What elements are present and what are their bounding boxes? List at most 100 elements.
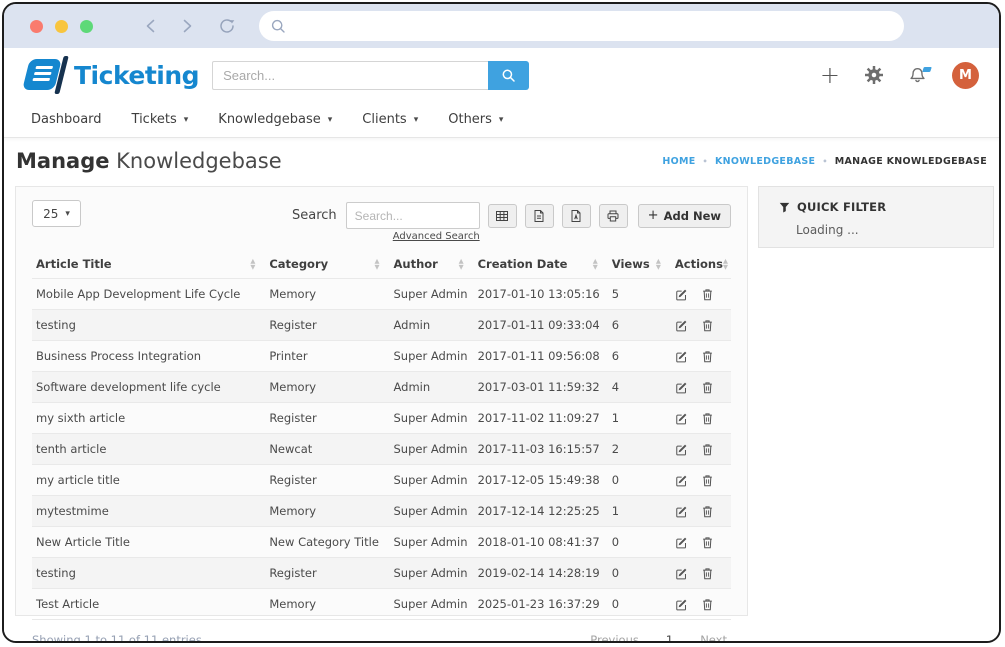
back-button[interactable] [143, 18, 159, 34]
cell-article-title: testing [32, 310, 265, 341]
browser-window: Ticketing + [2, 2, 1001, 643]
cell-author: Super Admin [390, 465, 474, 496]
breadcrumb-home[interactable]: HOME [662, 156, 695, 167]
copy-table-button[interactable] [488, 204, 517, 228]
user-avatar[interactable]: M [952, 62, 979, 89]
delete-trash-icon[interactable] [701, 350, 714, 363]
address-bar[interactable] [259, 11, 904, 41]
export-pdf-button[interactable] [562, 204, 591, 228]
advanced-search-link[interactable]: Advanced Search [393, 231, 480, 242]
window-maximize-button[interactable] [80, 20, 93, 33]
add-new-button[interactable]: + Add New [638, 204, 731, 228]
reload-button[interactable] [217, 16, 237, 36]
print-button[interactable] [599, 204, 628, 228]
edit-icon[interactable] [675, 412, 688, 425]
articles-table: Article Title▲▼ Category▲▼ Author▲▼ Crea… [32, 250, 731, 620]
sort-icon[interactable]: ▲▼ [593, 258, 604, 271]
notifications-bell-icon[interactable] [908, 66, 927, 85]
column-header-category[interactable]: Category▲▼ [265, 250, 389, 279]
main-nav: Dashboard Tickets▾ Knowledgebase▾ Client… [4, 102, 999, 138]
export-file-button[interactable] [525, 204, 554, 228]
nav-item-clients[interactable]: Clients▾ [362, 112, 418, 127]
edit-icon[interactable] [675, 567, 688, 580]
cell-creation-date: 2019-02-14 14:28:19 [474, 558, 608, 589]
cell-creation-date: 2017-03-01 11:59:32 [474, 372, 608, 403]
articles-panel: 25 ▾ Search Advanced Search [15, 186, 748, 616]
sort-icon[interactable]: ▲▼ [723, 258, 734, 271]
cell-author: Super Admin [390, 558, 474, 589]
window-close-button[interactable] [30, 20, 43, 33]
sort-icon[interactable]: ▲▼ [250, 258, 261, 271]
add-icon[interactable]: + [820, 63, 840, 87]
quick-filter-panel: QUICK FILTER Loading ... [758, 186, 994, 248]
cell-creation-date: 2018-01-10 08:41:37 [474, 527, 608, 558]
column-header-article-title[interactable]: Article Title▲▼ [32, 250, 265, 279]
delete-trash-icon[interactable] [701, 474, 714, 487]
page-size-select[interactable]: 25 ▾ [32, 200, 81, 227]
edit-icon[interactable] [675, 505, 688, 518]
cell-views: 5 [608, 279, 671, 310]
forward-button[interactable] [179, 18, 195, 34]
edit-icon[interactable] [675, 381, 688, 394]
table-row: testing Register Super Admin 2019-02-14 … [32, 558, 731, 589]
column-header-actions[interactable]: Actions▲▼ [671, 250, 731, 279]
cell-views: 0 [608, 558, 671, 589]
nav-item-dashboard[interactable]: Dashboard [31, 112, 102, 127]
edit-icon[interactable] [675, 474, 688, 487]
cell-actions [671, 465, 731, 496]
table-row: Business Process Integration Printer Sup… [32, 341, 731, 372]
delete-trash-icon[interactable] [701, 412, 714, 425]
page-number[interactable]: 1 [666, 633, 673, 643]
ticketing-logo-icon [24, 58, 68, 92]
nav-item-knowledgebase[interactable]: Knowledgebase▾ [218, 112, 332, 127]
next-page-button[interactable]: Next [700, 633, 727, 643]
delete-trash-icon[interactable] [701, 598, 714, 611]
table-search-input[interactable] [346, 202, 480, 229]
edit-icon[interactable] [675, 319, 688, 332]
cell-author: Super Admin [390, 403, 474, 434]
column-header-creation-date[interactable]: Creation Date▲▼ [474, 250, 608, 279]
cell-actions [671, 558, 731, 589]
delete-trash-icon[interactable] [701, 319, 714, 332]
nav-item-tickets[interactable]: Tickets▾ [132, 112, 189, 127]
delete-trash-icon[interactable] [701, 288, 714, 301]
table-row: tenth article Newcat Super Admin 2017-11… [32, 434, 731, 465]
global-search-input[interactable] [212, 61, 488, 90]
global-search-button[interactable] [488, 61, 529, 90]
previous-page-button[interactable]: Previous [590, 633, 639, 643]
brand-logo[interactable]: Ticketing [24, 58, 199, 92]
column-header-author[interactable]: Author▲▼ [390, 250, 474, 279]
delete-trash-icon[interactable] [701, 567, 714, 580]
cell-creation-date: 2017-01-11 09:56:08 [474, 341, 608, 372]
cell-category: Newcat [265, 434, 389, 465]
delete-trash-icon[interactable] [701, 536, 714, 549]
column-header-views[interactable]: Views▲▼ [608, 250, 671, 279]
table-controls: 25 ▾ Search Advanced Search [32, 200, 731, 242]
cell-actions [671, 589, 731, 620]
table-row: testing Register Admin 2017-01-11 09:33:… [32, 310, 731, 341]
cell-article-title: Mobile App Development Life Cycle [32, 279, 265, 310]
edit-icon[interactable] [675, 350, 688, 363]
cell-creation-date: 2017-11-03 16:15:57 [474, 434, 608, 465]
cell-author: Admin [390, 372, 474, 403]
sort-icon[interactable]: ▲▼ [375, 258, 386, 271]
window-minimize-button[interactable] [55, 20, 68, 33]
table-row: my sixth article Register Super Admin 20… [32, 403, 731, 434]
cell-category: Memory [265, 496, 389, 527]
sort-icon[interactable]: ▲▼ [656, 258, 667, 271]
delete-trash-icon[interactable] [701, 505, 714, 518]
edit-icon[interactable] [675, 536, 688, 549]
edit-icon[interactable] [675, 288, 688, 301]
nav-item-others[interactable]: Others▾ [448, 112, 503, 127]
sort-icon[interactable]: ▲▼ [459, 258, 470, 271]
settings-gear-icon[interactable] [865, 66, 883, 84]
breadcrumb-knowledgebase[interactable]: KNOWLEDGEBASE [715, 156, 815, 167]
cell-views: 0 [608, 589, 671, 620]
cell-actions [671, 310, 731, 341]
table-row: New Article Title New Category Title Sup… [32, 527, 731, 558]
delete-trash-icon[interactable] [701, 381, 714, 394]
edit-icon[interactable] [675, 598, 688, 611]
breadcrumb-current: MANAGE KNOWLEDGEBASE [835, 156, 987, 167]
delete-trash-icon[interactable] [701, 443, 714, 456]
edit-icon[interactable] [675, 443, 688, 456]
